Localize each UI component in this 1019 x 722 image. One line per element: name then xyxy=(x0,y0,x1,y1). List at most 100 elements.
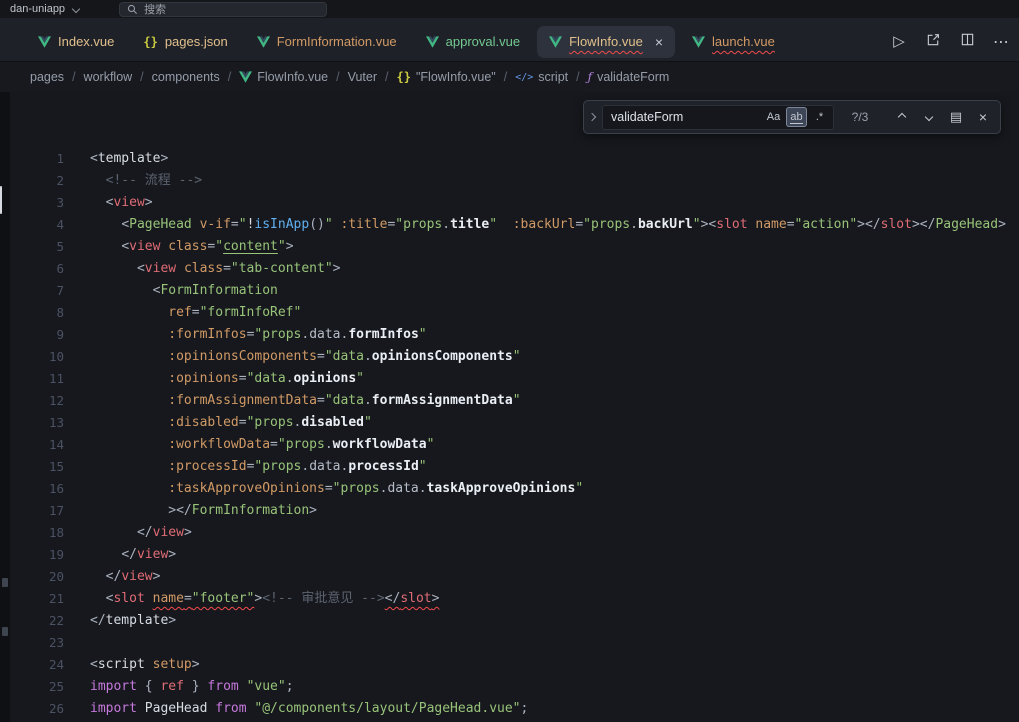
breadcrumb-item-workflow[interactable]: workflow xyxy=(84,70,133,84)
breadcrumb-item-flowinfo-vue[interactable]: {}"FlowInfo.vue" xyxy=(397,70,496,84)
code-line[interactable]: 2 <!-- 流程 --> xyxy=(10,170,1019,192)
code-text: <view class="content"> xyxy=(82,236,294,258)
tab-pages-json[interactable]: {}pages.json xyxy=(131,26,239,58)
tab-label: pages.json xyxy=(165,34,228,49)
close-find-button[interactable]: × xyxy=(972,107,994,128)
code-line[interactable]: 26import PageHead from "@/components/lay… xyxy=(10,698,1019,720)
find-in-selection-button[interactable]: ▤ xyxy=(945,107,967,128)
line-number: 24 xyxy=(10,654,82,676)
code-line[interactable]: 22</template> xyxy=(10,610,1019,632)
more-icon: ⋯ xyxy=(993,32,1009,52)
code-line[interactable]: 15 :processId="props.data.processId" xyxy=(10,456,1019,478)
code-text: <script setup> xyxy=(82,654,200,676)
code-line[interactable]: 12 :formAssignmentData="data.formAssignm… xyxy=(10,390,1019,412)
split-editor-button[interactable] xyxy=(957,31,977,53)
editor[interactable]: 1<template>2 <!-- 流程 -->3 <view>4 <PageH… xyxy=(0,92,1019,722)
code-text: <view class="tab-content"> xyxy=(82,258,340,280)
breadcrumb-item-vuter[interactable]: Vuter xyxy=(348,70,377,84)
open-to-side-button[interactable] xyxy=(923,31,943,53)
breadcrumb-item-components[interactable]: components xyxy=(152,70,220,84)
command-center-search[interactable]: 搜索 xyxy=(119,2,327,17)
code-line[interactable]: 21 <slot name="footer"><!-- 审批意见 --></sl… xyxy=(10,588,1019,610)
vue-icon xyxy=(239,71,252,83)
code-line[interactable]: 19 </view> xyxy=(10,544,1019,566)
open-to-side-icon xyxy=(926,32,941,52)
code-text: :processId="props.data.processId" xyxy=(82,456,427,478)
tab-approval-vue[interactable]: approval.vue xyxy=(414,26,532,58)
code-line[interactable]: 10 :opinionsComponents="data.opinionsCom… xyxy=(10,346,1019,368)
line-number: 4 xyxy=(10,214,82,236)
tab-label: FlowInfo.vue xyxy=(569,34,643,49)
regex-toggle[interactable]: .* xyxy=(809,107,830,127)
tab-bar: Index.vue{}pages.jsonFormInformation.vue… xyxy=(0,18,1019,62)
breadcrumb-label: FlowInfo.vue xyxy=(257,70,328,84)
code-text: import { ref } from "vue"; xyxy=(82,676,294,698)
line-number: 14 xyxy=(10,434,82,456)
code-line[interactable]: 9 :formInfos="props.data.formInfos" xyxy=(10,324,1019,346)
code-text: <slot name="footer"><!-- 审批意见 --></slot> xyxy=(82,588,439,610)
code-line[interactable]: 1<template> xyxy=(10,148,1019,170)
line-number: 23 xyxy=(10,632,82,654)
workspace-name[interactable]: dan-uniapp xyxy=(10,3,65,15)
active-view-indicator xyxy=(0,186,2,214)
previous-match-button[interactable] xyxy=(891,107,913,128)
breadcrumb-item-script[interactable]: </> script xyxy=(515,70,568,84)
code-line[interactable]: 17 ></FormInformation> xyxy=(10,500,1019,522)
code-line[interactable]: 7 <FormInformation xyxy=(10,280,1019,302)
code-line[interactable]: 25import { ref } from "vue"; xyxy=(10,676,1019,698)
breadcrumb-label: script xyxy=(538,70,568,84)
line-number: 5 xyxy=(10,236,82,258)
tab-label: approval.vue xyxy=(446,34,520,49)
next-match-button[interactable] xyxy=(918,107,940,128)
tab-flowinfo-vue[interactable]: FlowInfo.vue × xyxy=(537,26,675,58)
code-line[interactable]: 20 </view> xyxy=(10,566,1019,588)
find-widget: Aa ab .* ?/3 ▤ × xyxy=(583,100,1001,134)
run-icon: ▷ xyxy=(893,32,905,51)
breadcrumb-item-flowinfo-vue[interactable]: FlowInfo.vue xyxy=(239,70,328,84)
code-text: ></FormInformation> xyxy=(82,500,317,522)
code-line[interactable]: 13 :disabled="props.disabled" xyxy=(10,412,1019,434)
breadcrumb-separator: / xyxy=(385,70,388,84)
code-line[interactable]: 18 </view> xyxy=(10,522,1019,544)
find-input[interactable] xyxy=(611,110,761,124)
code-line[interactable]: 24<script setup> xyxy=(10,654,1019,676)
tab-forminformation-vue[interactable]: FormInformation.vue xyxy=(245,26,409,58)
code-line[interactable]: 6 <view class="tab-content"> xyxy=(10,258,1019,280)
code-text: </view> xyxy=(82,566,160,588)
close-tab-icon[interactable]: × xyxy=(655,35,663,49)
code-line[interactable]: 5 <view class="content"> xyxy=(10,236,1019,258)
breadcrumb-item-pages[interactable]: pages xyxy=(30,70,64,84)
breadcrumb-label: Vuter xyxy=(348,70,377,84)
code-line[interactable]: 8 ref="formInfoRef" xyxy=(10,302,1019,324)
code-line[interactable]: 14 :workflowData="props.workflowData" xyxy=(10,434,1019,456)
whole-word-toggle[interactable]: ab xyxy=(786,107,807,127)
tab-index-vue[interactable]: Index.vue xyxy=(26,26,126,58)
run-button[interactable]: ▷ xyxy=(889,31,909,53)
code-line[interactable]: 11 :opinions="data.opinions" xyxy=(10,368,1019,390)
code-area[interactable]: 1<template>2 <!-- 流程 -->3 <view>4 <PageH… xyxy=(10,148,1019,720)
code-line[interactable]: 23 xyxy=(10,632,1019,654)
split-editor-icon xyxy=(960,32,975,52)
tab-label: launch.vue xyxy=(712,34,775,49)
workspace-menu-chevron-icon[interactable] xyxy=(73,0,79,17)
code-text: <FormInformation xyxy=(82,280,278,302)
more-actions-button[interactable]: ⋯ xyxy=(991,31,1011,53)
code-icon: </> xyxy=(515,72,533,83)
line-number: 6 xyxy=(10,258,82,280)
breadcrumb-separator: / xyxy=(504,70,507,84)
code-text: </view> xyxy=(82,522,192,544)
line-number: 15 xyxy=(10,456,82,478)
code-line[interactable]: 4 <PageHead v-if="!isInApp()" :title="pr… xyxy=(10,214,1019,236)
code-text: :taskApproveOpinions="props.data.taskApp… xyxy=(82,478,583,500)
breadcrumb-item-validateform[interactable]: ƒvalidateForm xyxy=(588,70,670,84)
breadcrumb-separator: / xyxy=(72,70,75,84)
code-line[interactable]: 3 <view> xyxy=(10,192,1019,214)
code-line[interactable]: 16 :taskApproveOpinions="props.data.task… xyxy=(10,478,1019,500)
vue-file-icon xyxy=(549,36,562,48)
toggle-replace-button[interactable] xyxy=(584,101,600,133)
tab-launch-vue[interactable]: launch.vue xyxy=(680,26,787,58)
breadcrumb-label: validateForm xyxy=(597,70,669,84)
line-number: 18 xyxy=(10,522,82,544)
match-case-toggle[interactable]: Aa xyxy=(763,107,784,127)
line-number: 3 xyxy=(10,192,82,214)
